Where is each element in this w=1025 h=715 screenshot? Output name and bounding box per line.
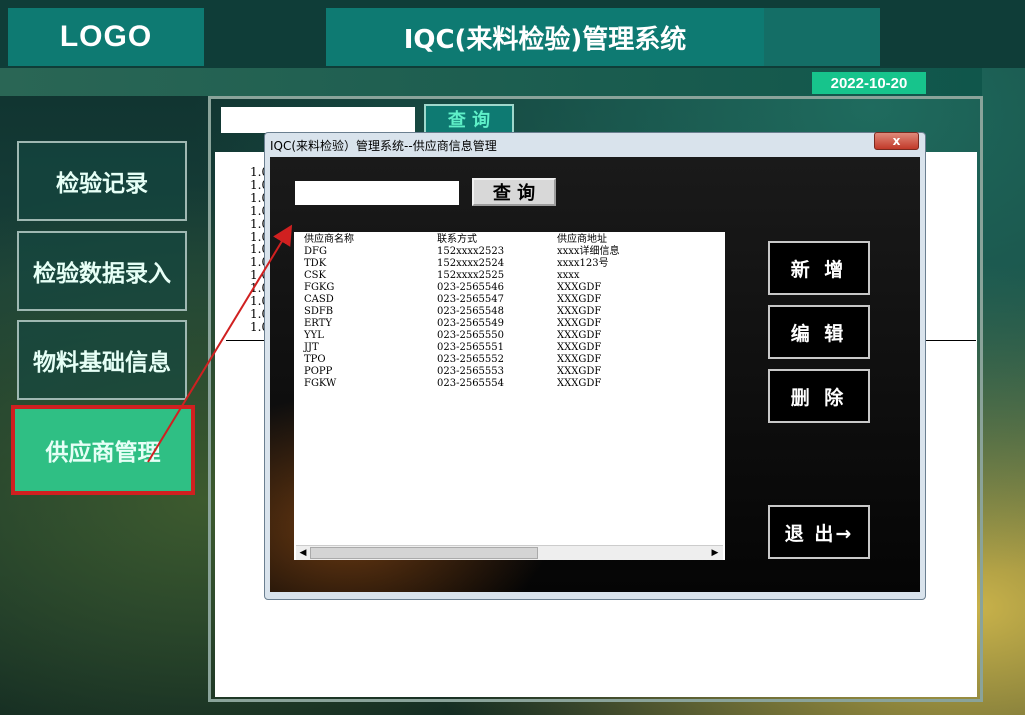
watermark: 头条 @依克赛尔 <box>818 672 965 696</box>
annotation-arrow <box>147 224 293 463</box>
